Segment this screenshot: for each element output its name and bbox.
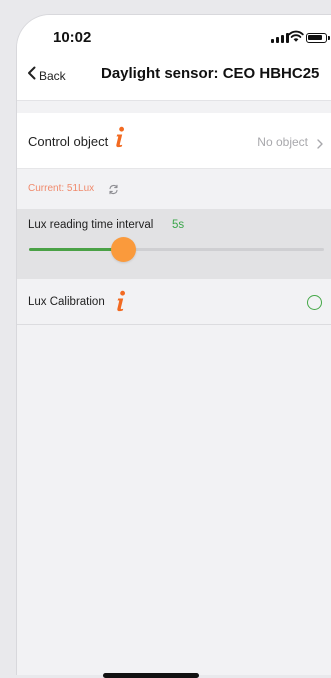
phone-screen: 10:02 Back Daylight sensor: CEO HBHC25 C… [16,14,331,675]
slider-fill [29,248,124,251]
back-button[interactable]: Back [27,66,66,85]
calibration-radio-button[interactable] [307,295,322,310]
current-lux-row: Current: 51Lux [17,169,331,209]
slider-thumb[interactable] [110,237,136,262]
current-lux-text: Current: 51Lux [28,183,95,194]
lux-interval-row: Lux reading time interval 5s [17,209,331,279]
lux-calibration-row: Lux Calibration [17,279,331,325]
wifi-icon [288,29,304,48]
lux-interval-label: Lux reading time interval [28,219,154,231]
chevron-left-icon [27,66,36,85]
home-indicator [103,673,199,678]
lux-interval-value: 5s [172,219,185,231]
status-bar: 10:02 [17,15,331,53]
status-time: 10:02 [53,29,92,46]
info-icon[interactable] [113,290,127,317]
navigation-bar: Back Daylight sensor: CEO HBHC25 [17,53,331,101]
refresh-icon[interactable] [108,182,119,200]
back-label: Back [39,68,66,83]
lux-calibration-label: Lux Calibration [28,296,105,308]
chevron-right-icon [317,136,323,154]
control-object-value: No object [257,135,308,149]
battery-icon [306,33,330,43]
control-object-row[interactable]: Control object No object [17,113,331,169]
signal-icon [271,33,289,43]
info-icon[interactable] [112,126,126,153]
control-object-label: Control object [28,134,109,149]
page-title: Daylight sensor: CEO HBHC25 [101,65,320,82]
